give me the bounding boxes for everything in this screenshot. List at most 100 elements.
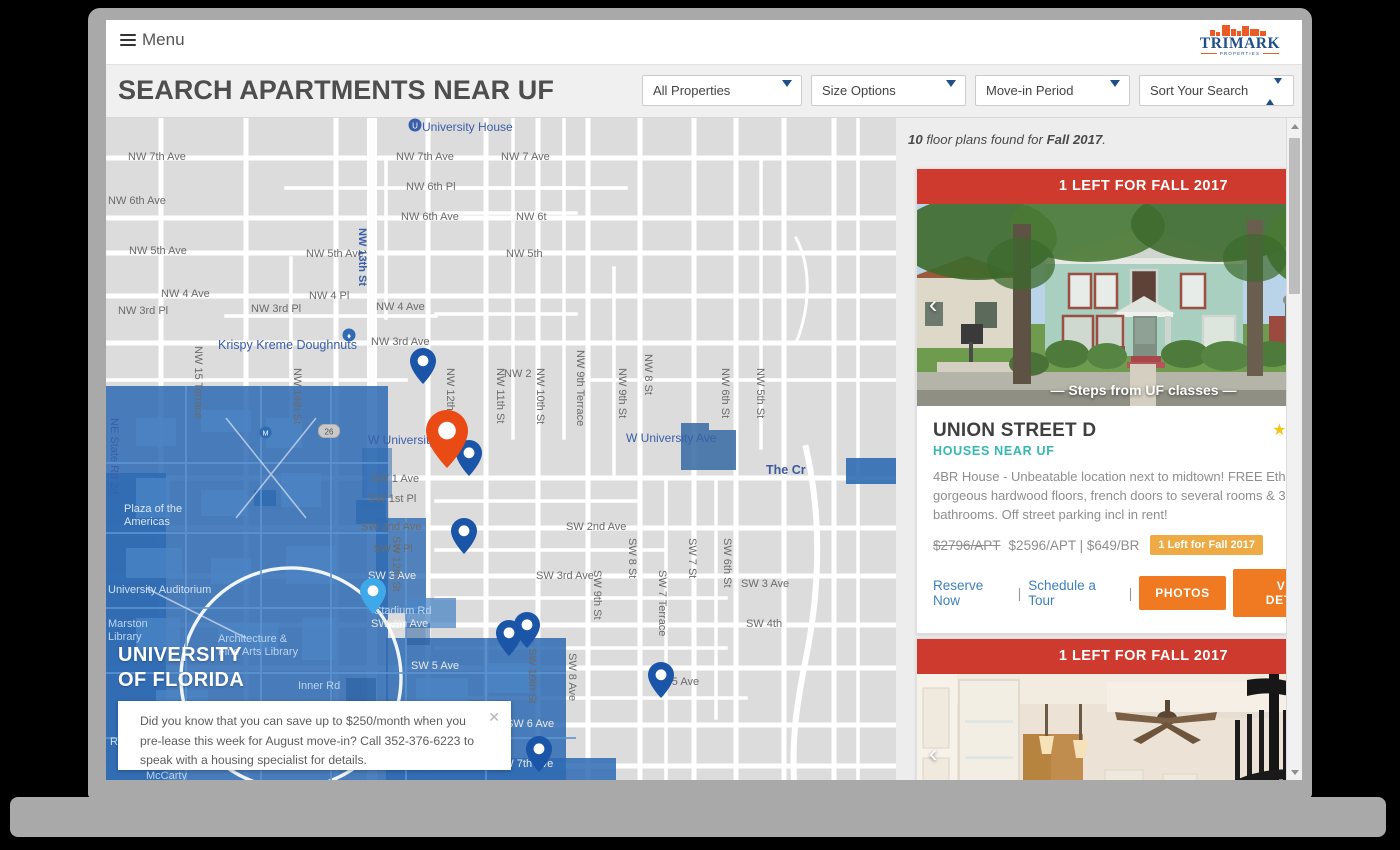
street-label: NW 10th St xyxy=(534,368,546,424)
svg-text:M: M xyxy=(263,431,269,438)
sort-updown-icon xyxy=(1266,84,1282,99)
poi-label: McCarty xyxy=(146,770,187,780)
results-count-mid: floor plans found for xyxy=(923,132,1047,147)
map-canvas[interactable]: NW 7th Ave NW 7th Ave NW 7 Ave NW 6th Pl… xyxy=(106,118,896,780)
menu-button[interactable]: Menu xyxy=(120,30,185,50)
poi-label: Plaza of the Americas xyxy=(124,503,194,529)
action-separator: | xyxy=(1018,586,1022,601)
street-label: SW 6th St xyxy=(721,538,733,588)
street-label: NW 7th Ave xyxy=(128,151,186,163)
street-label: SW 8 St xyxy=(626,538,638,578)
filter-all-properties-label: All Properties xyxy=(653,83,730,98)
street-label: NW 3rd Ave xyxy=(371,336,430,348)
listing-photo[interactable]: ‹ › xyxy=(917,674,1302,780)
trimark-logo[interactable]: TRIMARK PROPERTIES xyxy=(1192,24,1288,62)
results-panel[interactable]: 10 floor plans found for Fall 2017. 1 LE… xyxy=(896,118,1302,780)
svg-text:♦: ♦ xyxy=(347,332,351,341)
availability-badge: 1 Left for Fall 2017 xyxy=(1150,535,1263,555)
scroll-up-arrow-icon[interactable] xyxy=(1287,118,1302,134)
route-shield-icon: 26 xyxy=(318,424,340,438)
hamburger-icon xyxy=(120,34,136,46)
schedule-tour-link[interactable]: Schedule a Tour xyxy=(1028,578,1121,608)
chevron-down-icon xyxy=(782,87,792,102)
listing-body: ★★★★★ UNION STREET D HOUSES NEAR UF 4BR … xyxy=(917,406,1302,633)
results-count-end: . xyxy=(1102,132,1106,147)
street-label: SW 2nd Ave xyxy=(566,521,626,533)
price-current: $2596/APT | $649/BR xyxy=(1009,538,1140,553)
street-label: NW 15 Terrace xyxy=(192,346,204,419)
carousel-prev-icon[interactable]: ‹ xyxy=(929,742,937,767)
street-label: NW 5th St xyxy=(754,368,766,418)
street-label: NW 7 Ave xyxy=(501,151,550,163)
street-label: NW 5th Ave xyxy=(129,245,187,257)
photos-button[interactable]: PHOTOS xyxy=(1139,576,1226,610)
results-scrollbar[interactable] xyxy=(1286,118,1302,780)
street-label: SW 1st Pl xyxy=(368,493,416,505)
promo-popup-text: Did you know that you can save up to $25… xyxy=(140,714,474,767)
filter-all-properties[interactable]: All Properties xyxy=(642,75,802,106)
action-separator: | xyxy=(1129,586,1133,601)
poi-label: Marston Library xyxy=(108,618,168,644)
listing-photo[interactable]: ‹ › — Steps from UF classes — xyxy=(917,204,1302,406)
filter-move-in-period-label: Move-in Period xyxy=(986,83,1073,98)
map-pin-selected[interactable] xyxy=(426,410,468,468)
poi-label: Inner Rd xyxy=(298,680,340,692)
street-label: NW 6th St xyxy=(719,368,731,418)
map-pin-listing[interactable] xyxy=(648,662,674,698)
results-count: 10 floor plans found for Fall 2017. xyxy=(908,132,1106,147)
street-label: NE State Rd 24 xyxy=(108,418,120,494)
street-label: NW 2 xyxy=(504,368,532,380)
map-pin-listing[interactable] xyxy=(451,518,477,554)
street-label: SW 2nd Ave xyxy=(361,521,421,533)
menu-label: Menu xyxy=(142,30,185,50)
search-filter-bar: SEARCH APARTMENTS NEAR UF All Properties… xyxy=(106,65,1302,118)
transit-poi-icon: M xyxy=(259,426,272,439)
results-count-number: 10 xyxy=(908,132,923,147)
promo-popup: ✕ Did you know that you can save up to $… xyxy=(118,701,511,770)
street-label: NW 9th Terrace xyxy=(574,350,586,426)
street-label: SW 8 Ave xyxy=(566,653,578,701)
street-label: NW 11th St xyxy=(494,368,506,423)
map-pin-listing[interactable] xyxy=(514,612,540,648)
map-pin-listing[interactable] xyxy=(526,736,552,772)
poi-label: Krispy Kreme Doughnuts xyxy=(218,338,357,352)
street-label: SW 7 St xyxy=(686,538,698,578)
uf-label-line2: OF FLORIDA xyxy=(118,668,244,693)
price-row: $2796/APT $2596/APT | $649/BR 1 Left for… xyxy=(933,535,1302,555)
filter-sort-your-search-label: Sort Your Search xyxy=(1150,83,1248,98)
poi-label: University Auditorium xyxy=(108,584,211,596)
poi-label: The Cr xyxy=(766,463,806,477)
results-count-term: Fall 2017 xyxy=(1047,132,1103,147)
restaurant-poi-icon: ♦ xyxy=(342,328,356,342)
street-label: NW 4 Ave xyxy=(161,288,210,300)
street-label: SW 6 Ave xyxy=(506,718,554,730)
map-pin-highlight[interactable] xyxy=(360,578,386,614)
street-label: SW 3rd Ave xyxy=(536,570,594,582)
interior-spiral-stairs-image xyxy=(917,674,1302,780)
listing-actions: Reserve Now | Schedule a Tour | PHOTOS V… xyxy=(933,569,1302,617)
chevron-down-icon xyxy=(1110,87,1120,102)
availability-banner: 1 LEFT FOR FALL 2017 xyxy=(917,169,1302,204)
scroll-thumb[interactable] xyxy=(1289,138,1300,294)
filter-sort-your-search[interactable]: Sort Your Search xyxy=(1139,75,1294,106)
filter-size-options[interactable]: Size Options xyxy=(811,75,966,106)
listing-card[interactable]: 1 LEFT FOR FALL 2017 xyxy=(916,168,1302,634)
street-label: NW 6th Pl xyxy=(406,181,456,193)
reserve-now-link[interactable]: Reserve Now xyxy=(933,578,1011,608)
svg-text:U: U xyxy=(412,122,418,131)
scroll-down-arrow-icon[interactable] xyxy=(1287,764,1302,780)
svg-text:26: 26 xyxy=(325,428,334,437)
map-pin-listing[interactable] xyxy=(410,348,436,384)
listing-title[interactable]: UNION STREET D xyxy=(933,420,1302,442)
listing-card[interactable]: 1 LEFT FOR FALL 2017 xyxy=(916,638,1302,780)
availability-banner: 1 LEFT FOR FALL 2017 xyxy=(917,639,1302,674)
laptop-base xyxy=(10,797,1386,837)
photo-caption: — Steps from UF classes — xyxy=(917,382,1302,398)
carousel-prev-icon[interactable]: ‹ xyxy=(929,293,937,318)
street-label: NW 4 Pl xyxy=(309,290,349,302)
poi-label: University House xyxy=(422,120,513,134)
price-original: $2796/APT xyxy=(933,538,1001,553)
street-label: NW 6th Ave xyxy=(401,211,459,223)
close-icon[interactable]: ✕ xyxy=(488,710,500,724)
filter-move-in-period[interactable]: Move-in Period xyxy=(975,75,1130,106)
